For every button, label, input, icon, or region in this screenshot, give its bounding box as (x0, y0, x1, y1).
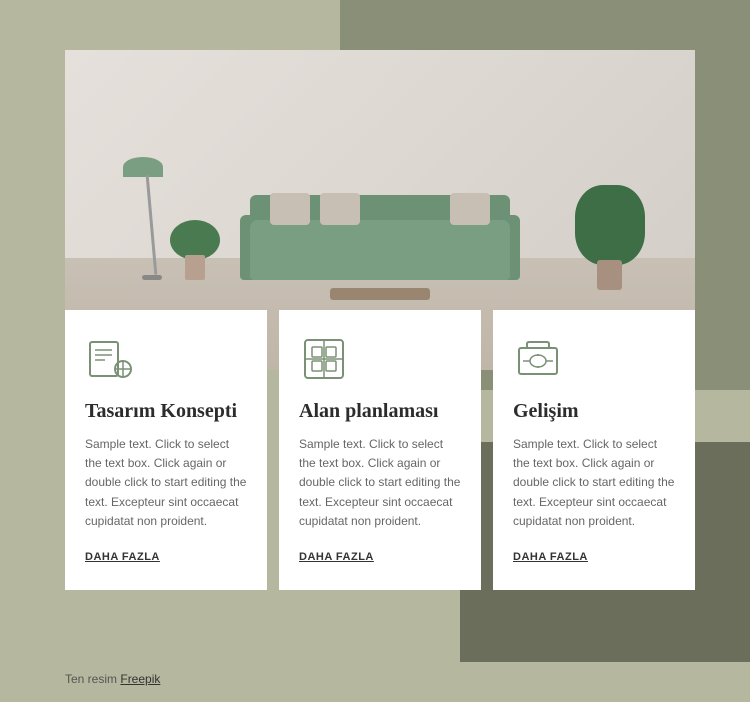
footer-text: Ten resim (65, 672, 117, 686)
card-design-title: Tasarım Konsepti (85, 400, 247, 423)
coffee-table (330, 288, 430, 300)
plant-pot-right (597, 260, 622, 290)
sofa-pillow-1 (270, 193, 310, 225)
lamp-pole (146, 175, 158, 275)
card-development-link[interactable]: DAHA FAZLA (513, 551, 675, 563)
card-planning-link[interactable]: DAHA FAZLA (299, 551, 461, 563)
card-planning-title: Alan planlaması (299, 400, 461, 423)
card-design-text: Sample text. Click to select the text bo… (85, 435, 247, 531)
card-planning-text: Sample text. Click to select the text bo… (299, 435, 461, 531)
floor-lamp (141, 157, 163, 280)
sofa-pillow-3 (450, 193, 490, 225)
card-development-title: Gelişim (513, 400, 675, 423)
card-development: Gelişim Sample text. Click to select the… (493, 310, 695, 590)
design-icon (85, 334, 135, 384)
card-design: Tasarım Konsepti Sample text. Click to s… (65, 310, 267, 590)
development-icon (513, 334, 563, 384)
planning-icon (299, 334, 349, 384)
page-wrapper: Tasarım Konsepti Sample text. Click to s… (0, 0, 750, 702)
card-development-text: Sample text. Click to select the text bo… (513, 435, 675, 531)
footer-link[interactable]: Freepik (120, 672, 160, 686)
plant-pot-left (185, 255, 205, 280)
plant-foliage-right (575, 185, 645, 265)
cards-row: Tasarım Konsepti Sample text. Click to s… (65, 310, 695, 590)
sofa-pillow-2 (320, 193, 360, 225)
lamp-base (142, 275, 162, 280)
plant-foliage-left (170, 220, 220, 260)
plant-left (185, 220, 220, 280)
footer: Ten resim Freepik (65, 672, 160, 686)
lamp-head (123, 157, 163, 177)
plant-right (597, 185, 645, 290)
card-design-link[interactable]: DAHA FAZLA (85, 551, 247, 563)
sofa-body (250, 220, 510, 280)
sofa (240, 190, 520, 280)
card-planning: Alan planlaması Sample text. Click to se… (279, 310, 481, 590)
